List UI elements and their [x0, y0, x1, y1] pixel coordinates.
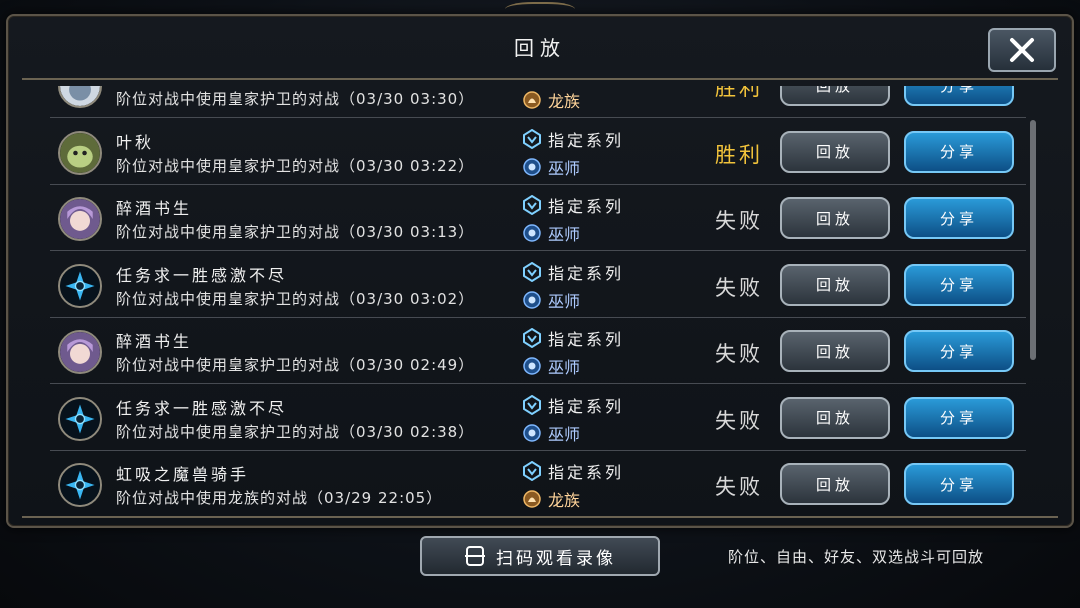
share-button[interactable]: 分享 [904, 86, 1014, 106]
footer-divider [22, 516, 1058, 518]
wizard-class-icon [522, 290, 542, 310]
match-result: 失败 [715, 408, 763, 433]
opponent-name: 任务求一胜感激不尽 [116, 265, 288, 285]
match-description: 阶位对战中使用皇家护卫的对战（03/30 03:02） [116, 289, 475, 308]
replay-button[interactable]: 回放 [780, 330, 890, 372]
share-button[interactable]: 分享 [904, 263, 1014, 306]
match-result: 胜利 [715, 142, 763, 167]
dialog-title: 回放 [514, 36, 566, 60]
replay-list[interactable]: 阶位对战中使用皇家护卫的对战（03/30 03:30）龙族胜利回放分享叶秋阶位对… [50, 86, 1026, 518]
replay-row[interactable]: 阶位对战中使用皇家护卫的对战（03/30 03:30） 龙族 胜利 回放分享 [50, 86, 1026, 118]
format-label: 指定系列 [548, 396, 625, 416]
format-label: 指定系列 [548, 463, 625, 482]
replay-button[interactable]: 回放 [780, 130, 890, 173]
format-label: 指定系列 [548, 263, 625, 283]
format-tag: 指定系列 [522, 193, 624, 217]
replay-button[interactable]: 回放 [780, 263, 890, 306]
match-result: 失败 [715, 275, 763, 300]
replay-button[interactable]: 回放 [780, 86, 890, 106]
class-tag: 巫师 [522, 155, 580, 179]
series-icon [522, 394, 542, 415]
class-tag: 巫师 [522, 354, 580, 378]
share-button[interactable]: 分享 [904, 197, 1014, 239]
format-tag: 指定系列 [522, 260, 624, 284]
series-icon [522, 128, 542, 149]
replay-row[interactable]: 醉酒书生阶位对战中使用皇家护卫的对战（03/30 02:49） 指定系列巫师 失败回… [50, 318, 1026, 384]
match-result: 胜利 [715, 86, 763, 100]
class-label: 龙族 [548, 92, 581, 111]
class-label: 巫师 [548, 291, 581, 311]
class-label: 巫师 [548, 424, 581, 444]
class-label: 巫师 [548, 158, 581, 178]
scan-to-watch-button[interactable]: 扫码观看录像 [420, 536, 660, 576]
scan-icon [465, 546, 485, 566]
wizard-class-icon [522, 356, 542, 376]
match-description: 阶位对战中使用皇家护卫的对战（03/30 03:13） [116, 223, 475, 241]
opponent-name: 任务求一胜感激不尽 [116, 398, 288, 418]
match-result: 失败 [715, 342, 763, 366]
match-result: 失败 [715, 475, 763, 499]
share-button[interactable]: 分享 [904, 330, 1014, 372]
class-label: 龙族 [548, 491, 581, 510]
scan-button-label: 扫码观看录像 [496, 548, 616, 569]
opponent-name: 醉酒书生 [116, 332, 193, 351]
format-tag: 指定系列 [522, 459, 624, 483]
share-button[interactable]: 分享 [904, 130, 1014, 173]
close-button[interactable] [988, 28, 1056, 72]
replay-button[interactable]: 回放 [780, 463, 890, 505]
format-label: 指定系列 [548, 330, 625, 349]
replay-row[interactable]: 醉酒书生阶位对战中使用皇家护卫的对战（03/30 03:13） 指定系列巫师 失败回… [50, 185, 1026, 251]
replay-row[interactable]: 叶秋阶位对战中使用皇家护卫的对战（03/30 03:22） 指定系列巫师 胜利 回放分… [50, 119, 1026, 185]
class-tag: 巫师 [522, 221, 580, 245]
class-tag: 龙族 [522, 487, 580, 511]
class-tag: 龙族 [522, 88, 580, 112]
replay-button[interactable]: 回放 [780, 197, 890, 239]
scrollbar[interactable] [1030, 120, 1036, 360]
replay-row[interactable]: 任务求一胜感激不尽阶位对战中使用皇家护卫的对战（03/30 03:02） 指定系列… [50, 252, 1026, 318]
format-label: 指定系列 [548, 197, 625, 216]
replay-row[interactable]: 虹吸之魔兽骑手阶位对战中使用龙族的对战（03/29 22:05） 指定系列龙族 失败… [50, 451, 1026, 517]
opponent-avatar [58, 330, 102, 374]
opponent-avatar [58, 463, 102, 507]
match-description: 阶位对战中使用皇家护卫的对战（03/30 03:22） [116, 156, 475, 175]
format-tag: 指定系列 [522, 393, 624, 417]
opponent-avatar [58, 197, 102, 241]
series-icon [522, 194, 542, 216]
format-tag: 指定系列 [522, 127, 624, 151]
opponent-avatar [58, 396, 102, 441]
dragon-class-icon [522, 489, 542, 509]
opponent-name: 叶秋 [116, 132, 155, 152]
series-icon [522, 460, 542, 482]
share-button[interactable]: 分享 [904, 463, 1014, 505]
opponent-avatar [58, 263, 102, 308]
class-label: 巫师 [548, 225, 581, 244]
match-description: 阶位对战中使用皇家护卫的对战（03/30 03:30） [116, 90, 475, 108]
wizard-class-icon [522, 423, 542, 443]
format-label: 指定系列 [548, 130, 625, 150]
close-icon [1010, 38, 1034, 62]
dialog-crest [505, 2, 575, 20]
wizard-class-icon [522, 157, 542, 177]
replay-availability-note: 阶位、自由、好友、双选战斗可回放 [728, 548, 985, 566]
share-button[interactable]: 分享 [904, 396, 1014, 439]
match-description: 阶位对战中使用皇家护卫的对战（03/30 02:38） [116, 422, 475, 441]
replay-row[interactable]: 任务求一胜感激不尽阶位对战中使用皇家护卫的对战（03/30 02:38） 指定系列… [50, 385, 1026, 451]
class-tag: 巫师 [522, 288, 580, 312]
class-tag: 巫师 [522, 421, 580, 445]
opponent-name: 醉酒书生 [116, 199, 193, 218]
class-label: 巫师 [548, 358, 581, 377]
wizard-class-icon [522, 223, 542, 243]
opponent-name: 虹吸之魔兽骑手 [116, 465, 250, 484]
match-description: 阶位对战中使用龙族的对战（03/29 22:05） [116, 489, 443, 507]
replay-button[interactable]: 回放 [780, 396, 890, 439]
match-result: 失败 [715, 209, 763, 233]
opponent-avatar [58, 86, 102, 108]
series-icon [522, 327, 542, 349]
match-description: 阶位对战中使用皇家护卫的对战（03/30 02:49） [116, 356, 475, 374]
series-icon [522, 261, 542, 282]
dragon-class-icon [522, 90, 542, 110]
format-tag: 指定系列 [522, 326, 624, 350]
opponent-avatar [58, 130, 102, 175]
